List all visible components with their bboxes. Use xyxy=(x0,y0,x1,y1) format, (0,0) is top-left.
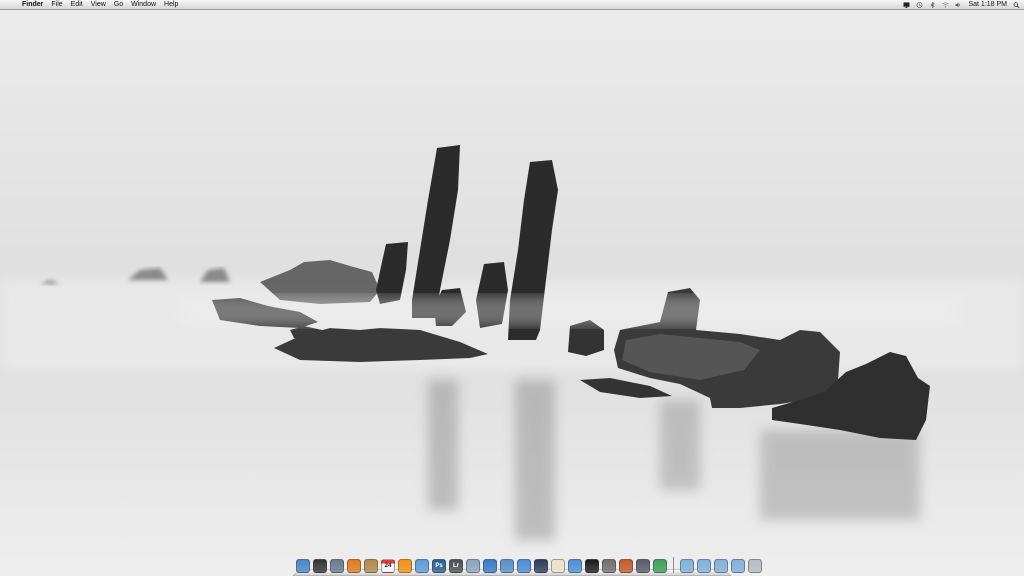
display-icon[interactable] xyxy=(903,2,910,8)
spotlight-icon[interactable] xyxy=(1013,2,1020,8)
itunes-icon[interactable] xyxy=(415,559,429,573)
applications-folder-icon[interactable] xyxy=(680,559,694,573)
firefox-icon[interactable] xyxy=(347,559,361,573)
menu-view[interactable]: View xyxy=(87,0,110,10)
menu-window[interactable]: Window xyxy=(127,0,160,10)
system-preferences-icon[interactable] xyxy=(330,559,344,573)
pages-icon[interactable] xyxy=(568,559,582,573)
iphoto-icon[interactable] xyxy=(483,559,497,573)
documents-folder-icon[interactable] xyxy=(697,559,711,573)
wifi-icon[interactable] xyxy=(942,2,950,8)
dock-icon-row: 24 Ps Lr xyxy=(296,555,765,573)
app-menu-finder[interactable]: Finder xyxy=(20,0,47,10)
bluetooth-icon[interactable] xyxy=(929,2,936,8)
vlc-icon[interactable] xyxy=(398,559,412,573)
aperture-icon[interactable] xyxy=(534,559,548,573)
photoshop-icon[interactable]: Ps xyxy=(432,559,446,573)
dock: 24 Ps Lr xyxy=(292,553,762,576)
terminal-icon[interactable] xyxy=(585,559,599,573)
xcode-icon[interactable] xyxy=(500,559,514,573)
menu-go[interactable]: Go xyxy=(110,0,127,10)
keynote-icon[interactable] xyxy=(619,559,633,573)
address-book-icon[interactable] xyxy=(364,559,378,573)
menu-help[interactable]: Help xyxy=(160,0,182,10)
dashboard-icon[interactable] xyxy=(313,559,327,573)
downloads-folder-icon[interactable] xyxy=(714,559,728,573)
activity-monitor-icon[interactable] xyxy=(602,559,616,573)
desktop-wallpaper xyxy=(0,0,1024,576)
safari-icon[interactable] xyxy=(517,559,531,573)
script-editor-icon[interactable] xyxy=(636,559,650,573)
time-machine-icon[interactable] xyxy=(916,2,923,8)
numbers-icon[interactable] xyxy=(653,559,667,573)
menu-bar: Finder File Edit View Go Window Help Sat… xyxy=(0,0,1024,10)
menubar-clock[interactable]: Sat 1:18 PM xyxy=(968,0,1007,10)
menu-edit[interactable]: Edit xyxy=(67,0,87,10)
lightroom-icon[interactable]: Lr xyxy=(449,559,463,573)
menu-file[interactable]: File xyxy=(47,0,66,10)
pictures-folder-icon[interactable] xyxy=(731,559,745,573)
ical-icon[interactable]: 24 xyxy=(381,559,395,573)
volume-icon[interactable] xyxy=(955,2,962,8)
desktop: Finder File Edit View Go Window Help Sat… xyxy=(0,0,1024,576)
trash-icon[interactable] xyxy=(748,559,762,573)
dock-divider xyxy=(673,557,674,573)
finder-icon[interactable] xyxy=(296,559,310,573)
textedit-icon[interactable] xyxy=(551,559,565,573)
preview-icon[interactable] xyxy=(466,559,480,573)
